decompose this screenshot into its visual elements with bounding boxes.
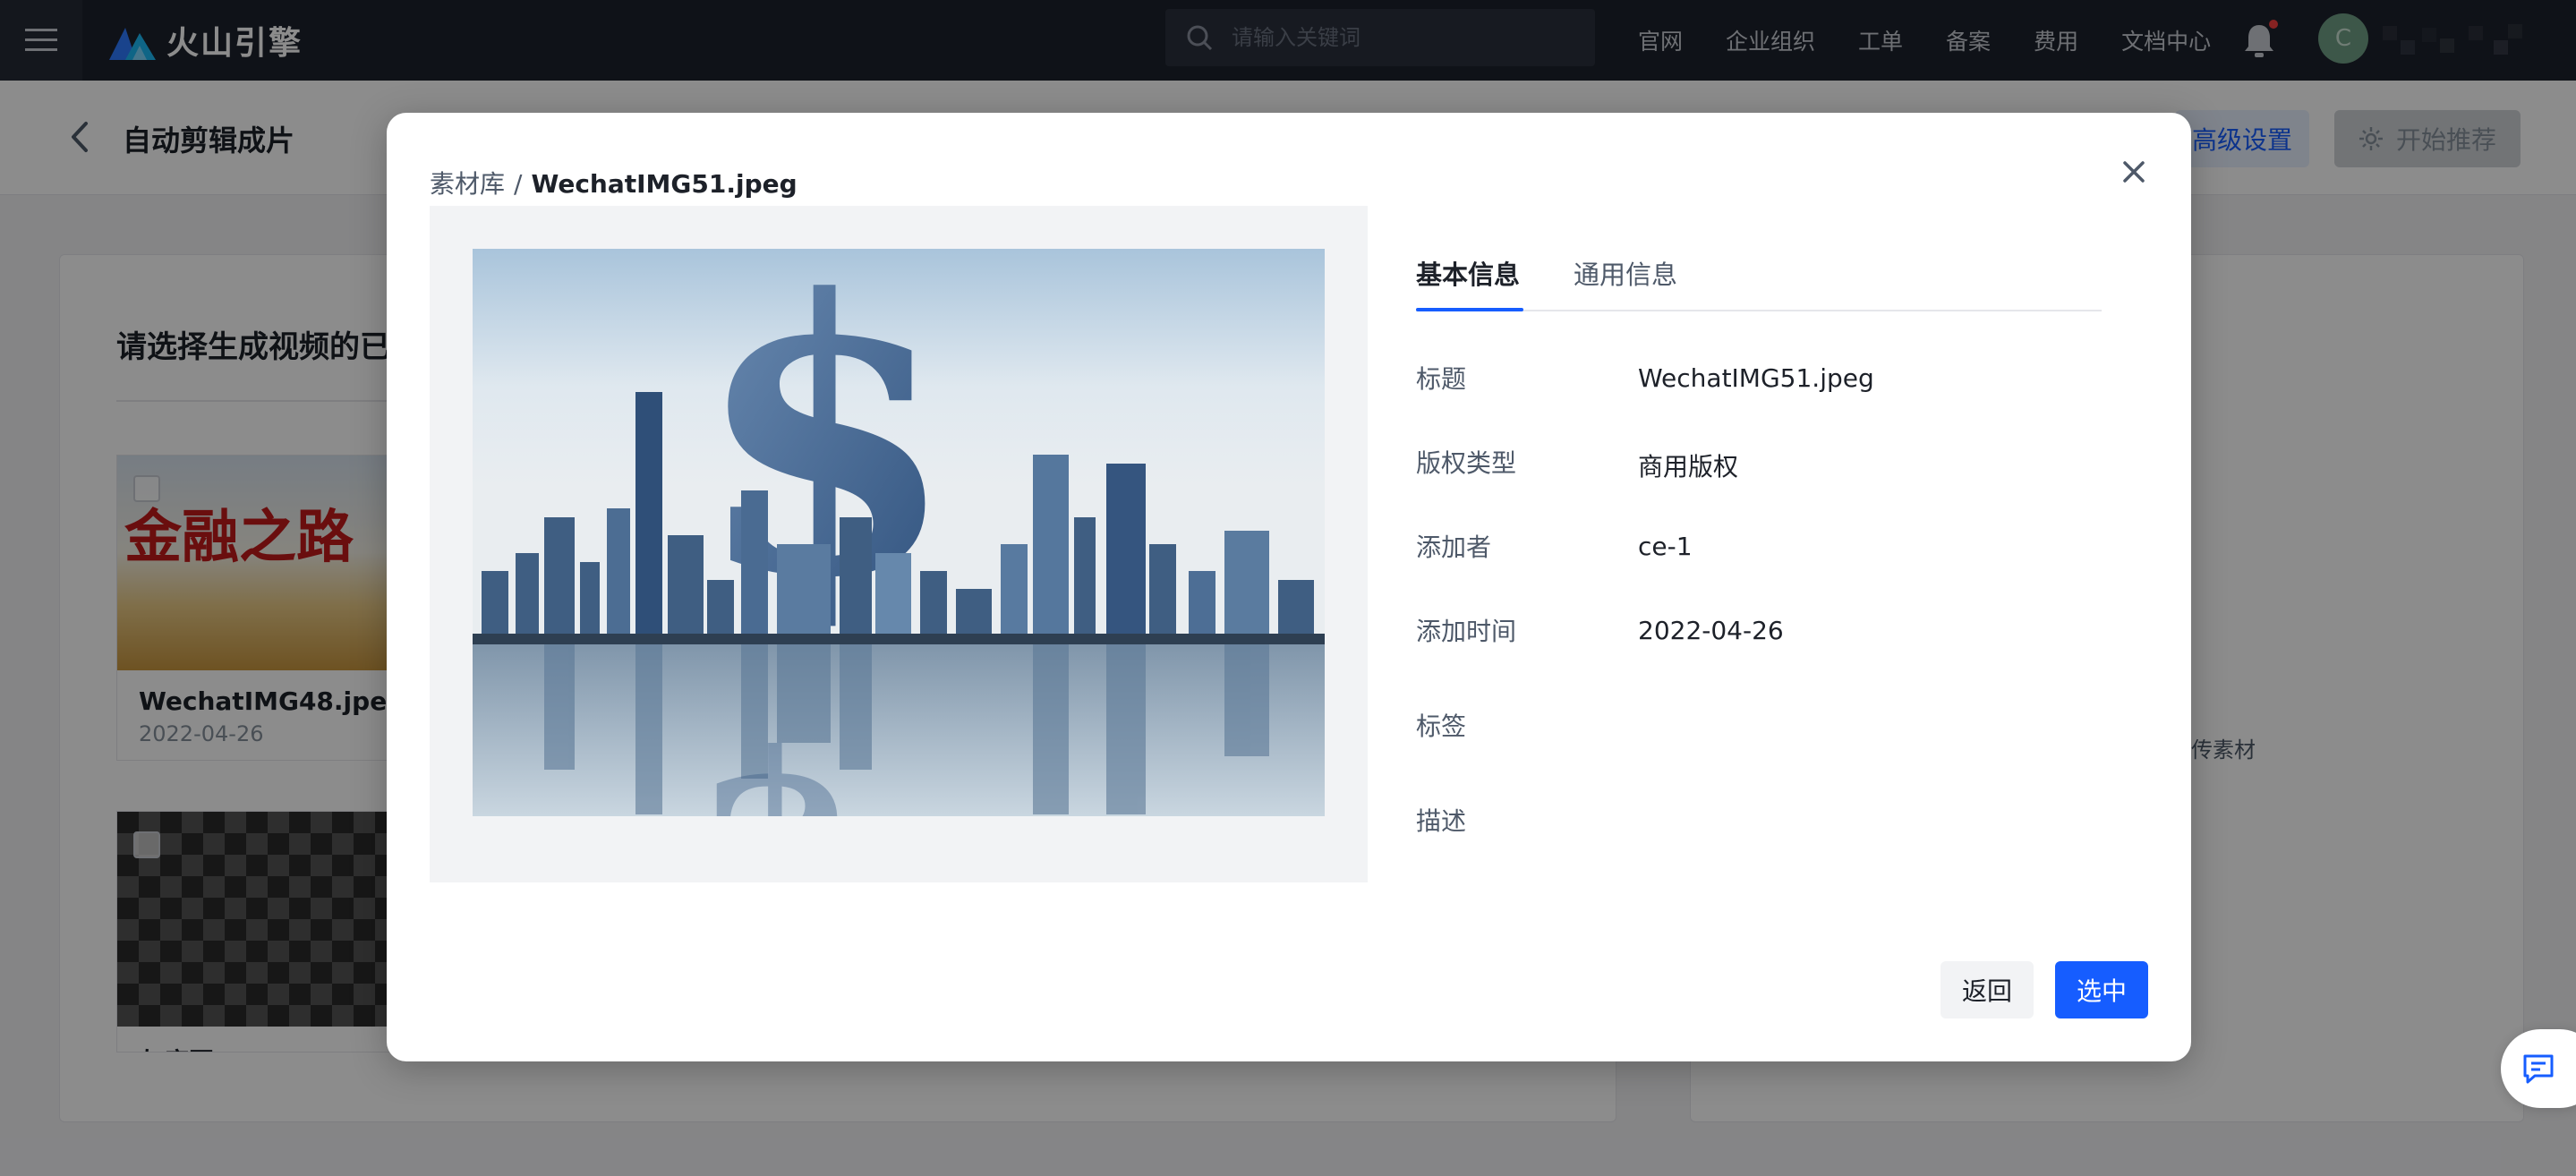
field-label: 标签 (1416, 712, 1467, 741)
field-label: 描述 (1416, 806, 1467, 836)
field-label: 标题 (1416, 364, 1467, 394)
breadcrumb-separator: / (514, 169, 523, 199)
back-button[interactable]: 返回 (1941, 961, 2034, 1018)
tab-basic-info[interactable]: 基本信息 (1416, 254, 1520, 311)
breadcrumb: 素材库 / WechatIMG51.jpeg (430, 165, 798, 200)
field-value: WechatIMG51.jpeg (1638, 363, 1874, 393)
material-detail-modal: 素材库 / WechatIMG51.jpeg $ 基本信息 通用信息 标题 We… (387, 113, 2191, 1061)
field-label: 添加者 (1416, 533, 1492, 562)
tab-general-info[interactable]: 通用信息 (1574, 254, 1677, 311)
field-label: 版权类型 (1416, 448, 1517, 478)
select-button[interactable]: 选中 (2055, 961, 2148, 1018)
preview-image: $ (473, 249, 1325, 816)
city-dollar-image: $ (473, 249, 1325, 816)
active-tab-indicator (1416, 308, 1523, 311)
field-value: 2022-04-26 (1638, 616, 1784, 645)
feedback-button[interactable] (2501, 1029, 2576, 1108)
breadcrumb-current: WechatIMG51.jpeg (531, 169, 798, 199)
breadcrumb-root[interactable]: 素材库 (430, 169, 505, 199)
field-value: 商用版权 (1638, 452, 1739, 481)
detail-tabs: 基本信息 通用信息 (1416, 254, 2102, 311)
svg-text:$: $ (695, 721, 857, 816)
chat-icon (2523, 1054, 2554, 1084)
field-label: 添加时间 (1416, 617, 1517, 646)
close-icon[interactable] (2116, 154, 2152, 190)
field-value: ce-1 (1638, 532, 1693, 561)
